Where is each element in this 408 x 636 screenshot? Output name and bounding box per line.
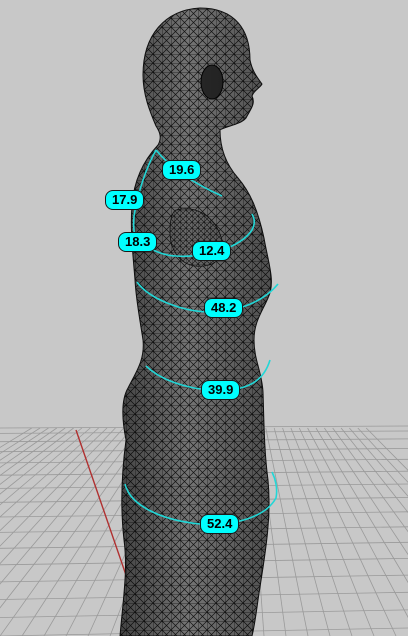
shoulder-measurement-label[interactable]: 17.9	[105, 190, 145, 210]
grid-line	[282, 427, 353, 636]
scene-canvas[interactable]	[0, 0, 408, 636]
neck-measurement-label[interactable]: 19.6	[162, 160, 202, 180]
grid-line	[273, 427, 331, 636]
grid-line	[290, 427, 375, 636]
arm-front-measurement-label[interactable]: 12.4	[192, 241, 232, 261]
chest-measurement-label[interactable]: 48.2	[204, 298, 244, 318]
waist-measurement-label[interactable]: 39.9	[201, 380, 241, 400]
upper-arm-measurement-label[interactable]: 18.3	[118, 232, 158, 252]
hips-measurement-label[interactable]: 52.4	[200, 514, 240, 534]
3d-viewport[interactable]: 19.6 17.9 18.3 12.4 48.2 39.9 52.4	[0, 0, 408, 636]
body-mesh[interactable]	[119, 7, 272, 636]
